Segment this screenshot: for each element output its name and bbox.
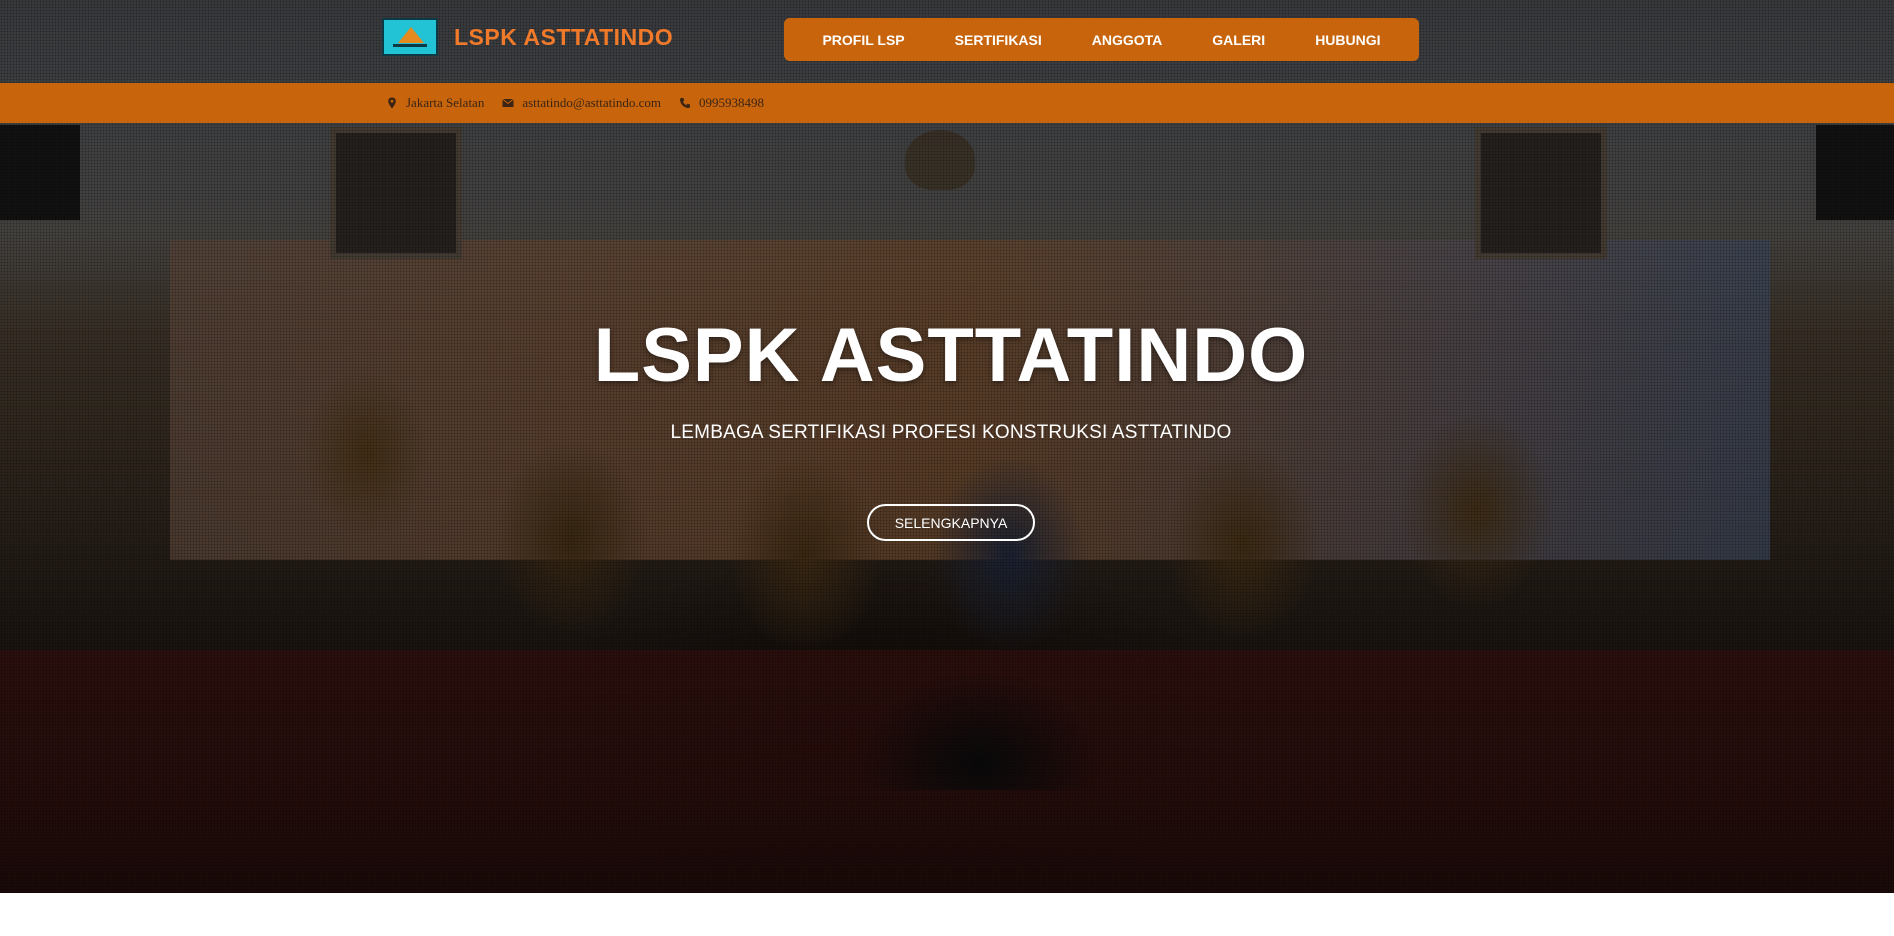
nav-item-profil-lsp[interactable]: PROFIL LSP (797, 32, 929, 48)
envelope-icon (502, 98, 515, 107)
site-header: LSPK ASTTATINDO PROFIL LSP SERTIFIKASI A… (0, 0, 1894, 83)
phone-icon (680, 98, 691, 108)
brand-name[interactable]: LSPK ASTTATINDO (454, 24, 673, 51)
nav-item-galeri[interactable]: GALERI (1187, 32, 1290, 48)
selengkapnya-button[interactable]: SELENGKAPNYA (867, 504, 1035, 541)
map-marker-icon (388, 97, 396, 109)
nav-item-hubungi[interactable]: HUBUNGI (1290, 32, 1405, 48)
construction-logo-icon[interactable] (382, 18, 438, 56)
contact-info-list: Jakarta Selatan asttatindo@asttatindo.co… (386, 83, 782, 123)
hero-title: LSPK ASTTATINDO (593, 313, 1309, 398)
contact-email-text[interactable]: asttatindo@asttatindo.com (522, 95, 661, 111)
contact-email[interactable]: asttatindo@asttatindo.com (502, 95, 661, 111)
hero-dot-pattern (0, 0, 1894, 893)
contact-info-bar: Jakarta Selatan asttatindo@asttatindo.co… (0, 83, 1894, 123)
hero-section: LSPK ASTTATINDO LEMBAGA SERTIFIKASI PROF… (0, 0, 1894, 893)
main-nav: PROFIL LSP SERTIFIKASI ANGGOTA GALERI HU… (784, 18, 1419, 61)
nav-item-anggota[interactable]: ANGGOTA (1067, 32, 1188, 48)
contact-location: Jakarta Selatan (386, 95, 484, 111)
nav-item-sertifikasi[interactable]: SERTIFIKASI (930, 32, 1067, 48)
contact-phone[interactable]: 0995938498 (679, 95, 764, 111)
contact-phone-text[interactable]: 0995938498 (699, 95, 764, 111)
hero-subtitle: LEMBAGA SERTIFIKASI PROFESI KONSTRUKSI A… (670, 422, 1232, 443)
brand[interactable]: LSPK ASTTATINDO (382, 18, 673, 56)
contact-location-text: Jakarta Selatan (406, 95, 485, 110)
